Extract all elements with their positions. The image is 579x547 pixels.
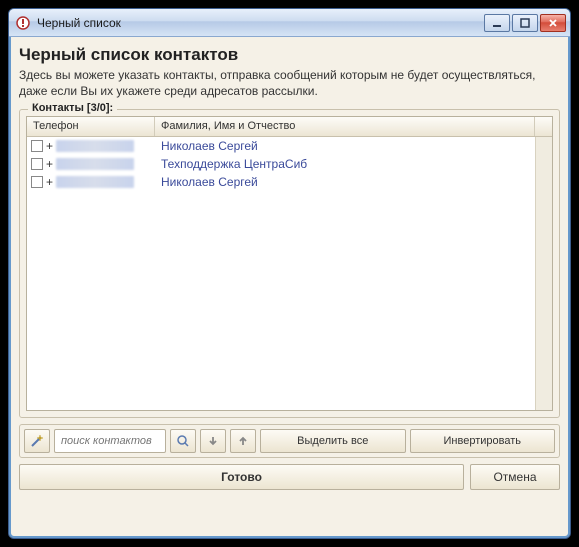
checkbox[interactable] [31, 140, 43, 152]
grid-body: + Николаев Сергей + Техподдержка Ц [27, 137, 552, 410]
page-title: Черный список контактов [19, 45, 560, 65]
cell-name: Техподдержка ЦентраСиб [155, 157, 535, 171]
page-description: Здесь вы можете указать контакты, отправ… [19, 67, 560, 99]
invert-button[interactable]: Инвертировать [410, 429, 556, 453]
cell-name: Николаев Сергей [155, 175, 535, 189]
cell-phone: + [27, 175, 155, 189]
arrow-down-icon [207, 435, 219, 447]
phone-redacted [56, 158, 134, 170]
cancel-button[interactable]: Отмена [470, 464, 560, 490]
close-button[interactable] [540, 14, 566, 32]
footer: Готово Отмена [19, 464, 560, 490]
filter-button[interactable] [24, 429, 50, 453]
phone-prefix: + [46, 157, 53, 171]
select-all-button[interactable]: Выделить все [260, 429, 406, 453]
checkbox[interactable] [31, 158, 43, 170]
search-button[interactable] [170, 429, 196, 453]
titlebar[interactable]: Черный список [9, 9, 570, 37]
toolbar: Выделить все Инвертировать [19, 424, 560, 458]
search-icon [176, 434, 190, 448]
phone-prefix: + [46, 139, 53, 153]
grid-header: Телефон Фамилия, Имя и Отчество [27, 117, 552, 137]
table-row[interactable]: + Николаев Сергей [27, 173, 535, 191]
phone-prefix: + [46, 175, 53, 189]
contacts-fieldset: Контакты [3/0]: Телефон Фамилия, Имя и О… [19, 109, 560, 418]
checkbox[interactable] [31, 176, 43, 188]
cell-phone: + [27, 139, 155, 153]
search-input[interactable] [54, 429, 166, 453]
phone-redacted [56, 176, 134, 188]
cell-name: Николаев Сергей [155, 139, 535, 153]
scrollbar-vertical[interactable] [535, 137, 552, 410]
phone-redacted [56, 140, 134, 152]
column-header-name[interactable]: Фамилия, Имя и Отчество [155, 117, 535, 136]
wand-icon [30, 434, 44, 448]
move-up-button[interactable] [230, 429, 256, 453]
cell-phone: + [27, 157, 155, 171]
window: Черный список Черный список контактов Зд… [8, 8, 571, 539]
table-row[interactable]: + Николаев Сергей [27, 137, 535, 155]
maximize-button[interactable] [512, 14, 538, 32]
window-controls [484, 14, 566, 32]
client-area: Черный список контактов Здесь вы можете … [9, 37, 570, 500]
table-row[interactable]: + Техподдержка ЦентраСиб [27, 155, 535, 173]
column-header-scroll [535, 117, 552, 136]
app-icon [15, 15, 31, 31]
done-button[interactable]: Готово [19, 464, 464, 490]
minimize-button[interactable] [484, 14, 510, 32]
column-header-phone[interactable]: Телефон [27, 117, 155, 136]
move-down-button[interactable] [200, 429, 226, 453]
window-title: Черный список [37, 16, 484, 30]
contacts-legend: Контакты [3/0]: [28, 102, 117, 114]
contacts-grid: Телефон Фамилия, Имя и Отчество + Никола… [26, 116, 553, 411]
arrow-up-icon [237, 435, 249, 447]
